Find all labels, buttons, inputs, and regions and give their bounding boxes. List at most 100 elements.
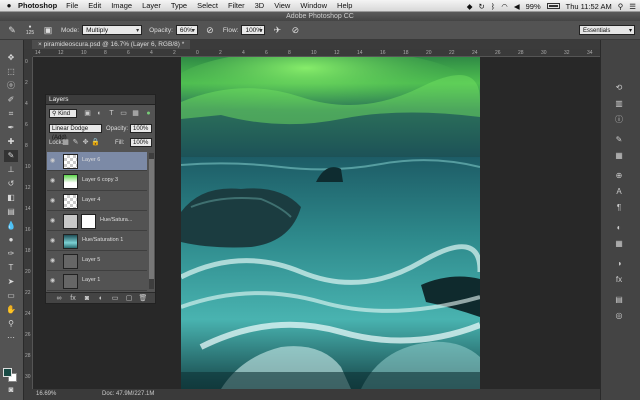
menu-view[interactable]: View [274,1,290,10]
lock-image-icon[interactable]: ✎ [71,138,80,147]
dodge-tool-icon[interactable]: ● [4,234,18,246]
lock-position-icon[interactable]: ✥ [81,138,90,147]
workspace-switcher[interactable]: Essentials [579,25,635,36]
layers-scroll-thumb[interactable] [149,159,154,279]
link-layers-icon[interactable]: ∞ [54,294,64,303]
visibility-eye-icon[interactable]: ◉ [50,278,57,285]
layer-row[interactable]: ◉ Hue/Saturation 1 [47,232,147,251]
layer-name[interactable]: Hue/Satura... [100,217,132,223]
menu-3d[interactable]: 3D [255,1,265,10]
layer-opacity-field[interactable]: 100% [130,124,152,133]
menu-file[interactable]: File [66,1,78,10]
sync-icon[interactable]: ↻ [478,2,484,11]
layer-row[interactable]: ◉ Hue/Satura... [47,212,147,231]
character-panel-icon[interactable]: A [612,186,626,198]
brush-preset-picker[interactable]: ● 125 [24,24,36,36]
path-select-tool-icon[interactable]: ➤ [4,276,18,288]
menu-select[interactable]: Select [197,1,218,10]
new-layer-icon[interactable]: ▢ [124,294,134,303]
layer-mask-thumbnail[interactable] [81,214,96,229]
info-panel-icon[interactable]: ⓘ [612,114,626,126]
lock-transparent-icon[interactable]: ▦ [61,138,70,147]
mode-select[interactable]: Multiply [82,25,143,36]
brush-panel-icon-dock[interactable]: ✎ [612,134,626,146]
filter-type-icon[interactable]: T [107,109,116,118]
delete-layer-icon[interactable]: 🗑 [138,294,148,303]
layer-name[interactable]: Layer 5 [82,257,100,263]
visibility-eye-icon[interactable]: ◉ [50,218,57,225]
menu-layer[interactable]: Layer [142,1,161,10]
filter-pixel-icon[interactable]: ▣ [83,109,92,118]
type-tool-icon[interactable]: T [4,262,18,274]
visibility-eye-icon[interactable]: ◉ [50,238,57,245]
styles-panel-icon[interactable]: fx [612,274,626,286]
battery-percent[interactable]: 99% [526,2,541,11]
history-brush-tool-icon[interactable]: ↺ [4,178,18,190]
new-group-icon[interactable]: ▭ [110,294,120,303]
flow-field[interactable]: 100% [241,25,266,36]
document-info[interactable]: Doc: 47.9M/227.1M [102,389,154,400]
brush-tool-icon[interactable]: ✎ [6,24,18,36]
layer-row[interactable]: ◉ Layer 4 [47,192,147,211]
more-tools-icon[interactable]: ⋯ [4,332,18,344]
layer-row[interactable]: ◉ Layer 5 [47,252,147,271]
ruler-origin[interactable] [24,49,33,57]
zoom-tool-icon[interactable]: ⚲ [4,318,18,330]
layers-panel-icon[interactable]: ▤ [612,294,626,306]
opacity-field[interactable]: 60% [175,25,198,36]
pressure-size-icon[interactable]: ⊘ [289,24,301,36]
layers-panel-title[interactable]: Layers [46,95,155,105]
color-panel-icon[interactable]: ◐ [612,222,626,234]
paragraph-panel-icon[interactable]: ¶ [612,202,626,214]
visibility-eye-icon[interactable]: ◉ [50,158,57,165]
channels-panel-icon[interactable]: ◎ [612,310,626,322]
layer-row[interactable]: ◉ Layer 6 copy 3 [47,172,147,191]
zoom-level[interactable]: 16.69% [36,389,56,400]
blend-mode-select[interactable]: Linear Dodge (Add) [49,124,102,141]
menu-type[interactable]: Type [171,1,187,10]
filter-smart-object-icon[interactable]: ▦ [131,109,140,118]
apple-menu-icon[interactable]: ● [0,1,18,10]
pen-tool-icon[interactable]: ✑ [4,248,18,260]
menu-help[interactable]: Help [337,1,352,10]
lasso-tool-icon[interactable]: ⓞ [4,80,18,92]
move-tool-icon[interactable]: ✥ [4,52,18,64]
pressure-opacity-icon[interactable]: ⊘ [204,24,216,36]
brush-presets-icon[interactable]: ▦ [612,150,626,162]
filter-toggle-icon[interactable]: ● [144,109,153,118]
clone-source-icon[interactable]: ⊕ [612,170,626,182]
airbrush-icon[interactable]: ✈ [271,24,283,36]
menu-filter[interactable]: Filter [228,1,245,10]
layer-name[interactable]: Layer 1 [82,277,100,283]
eraser-tool-icon[interactable]: ◧ [4,192,18,204]
layer-style-icon[interactable]: fx [68,294,78,303]
new-adjustment-icon[interactable]: ◐ [96,294,106,303]
gradient-tool-icon[interactable]: ▤ [4,206,18,218]
adjustments-panel-icon[interactable]: ◑ [612,258,626,270]
layers-scrollbar[interactable] [149,153,154,289]
lock-all-icon[interactable]: 🔒 [91,138,100,147]
volume-icon[interactable]: ◀ [514,2,520,11]
swatches-panel-icon[interactable]: ▦ [612,238,626,250]
bluetooth-icon[interactable]: ᛒ [491,2,496,11]
add-mask-icon[interactable]: ◙ [82,294,92,303]
menu-edit[interactable]: Edit [88,1,101,10]
document-canvas[interactable] [181,57,480,389]
menu-image[interactable]: Image [111,1,132,10]
layer-filter-select[interactable]: ⚲ Kind [49,109,77,118]
menu-app-name[interactable]: Photoshop [18,1,57,10]
dropbox-icon[interactable]: ◆ [467,2,473,11]
visibility-eye-icon[interactable]: ◉ [50,198,57,205]
layer-name[interactable]: Layer 4 [82,197,100,203]
history-panel-icon[interactable]: ⟲ [612,82,626,94]
horizontal-ruler[interactable]: 14 12 10 8 6 4 2 0 2 4 6 8 10 12 14 16 18 20 22 24 26 28 30 32 3… [33,49,600,57]
blur-tool-icon[interactable]: 💧 [4,220,18,232]
fill-field[interactable]: 100% [130,138,152,147]
healing-tool-icon[interactable]: ✚ [4,136,18,148]
battery-icon[interactable] [546,3,560,9]
wifi-icon[interactable]: ◠ [501,2,508,11]
properties-panel-icon[interactable]: ▥ [612,98,626,110]
marquee-tool-icon[interactable]: ⬚ [4,66,18,78]
filter-adjustment-icon[interactable]: ◐ [95,109,104,118]
foreground-color-swatch[interactable] [3,368,12,377]
